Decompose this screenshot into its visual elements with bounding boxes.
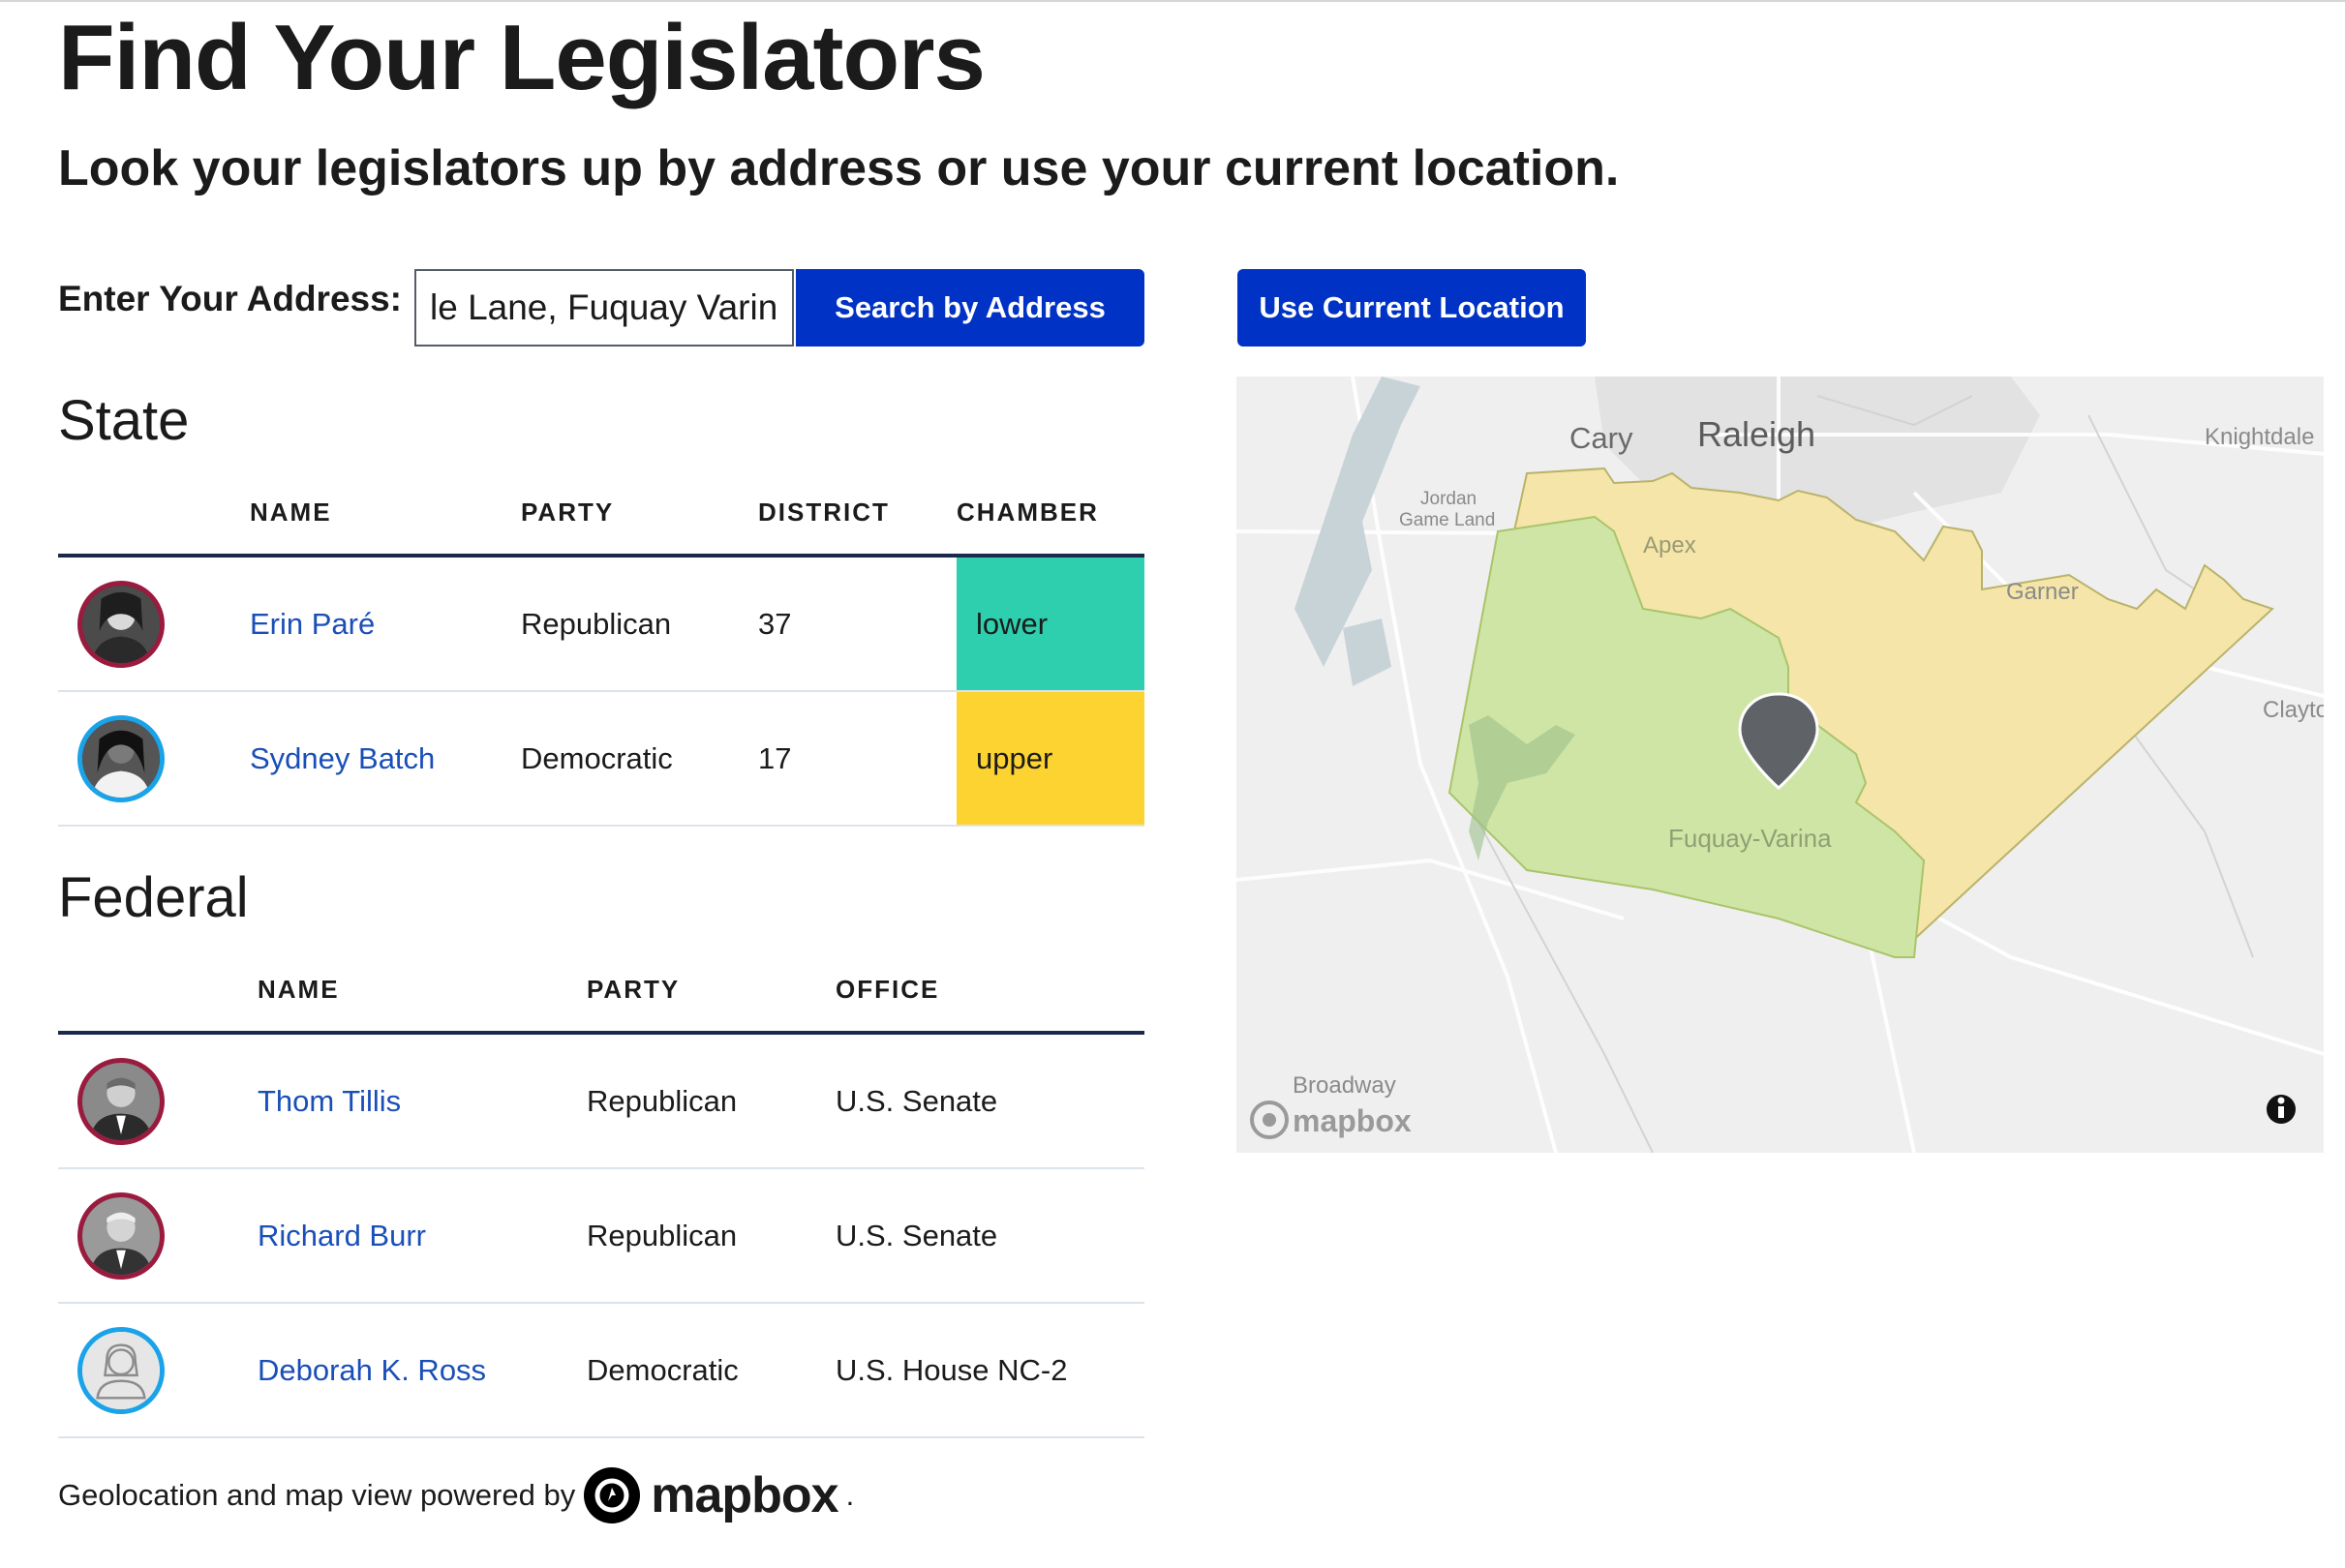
avatar (77, 580, 165, 668)
attribution-text: mapbox (1293, 1103, 1412, 1138)
district-header: DISTRICT (758, 470, 957, 558)
info-icon[interactable] (2267, 1095, 2296, 1124)
party-cell: Republican (587, 1168, 836, 1304)
chamber-cell-lower: lower (957, 556, 1144, 692)
office-cell: U.S. Senate (836, 1168, 1144, 1304)
party-cell: Republican (521, 556, 758, 692)
table-row: Erin Paré Republican 37 lower (58, 556, 1144, 692)
district-cell: 17 (758, 691, 957, 827)
knightdale-label: Knightdale (2205, 424, 2314, 450)
federal-section-title: Federal (58, 866, 249, 929)
party-header: PARTY (521, 470, 758, 558)
cary-label: Cary (1569, 421, 1633, 455)
legislator-name-link[interactable]: Erin Paré (250, 607, 375, 641)
page-subtitle: Look your legislators up by address or u… (58, 140, 1620, 196)
map-canvas[interactable]: Cary Raleigh Knightdale Jordan Game Land… (1236, 377, 2324, 1153)
state-table: NAME PARTY DISTRICT CHAMBER Erin Paré Re… (58, 470, 1144, 827)
footer: Geolocation and map view powered by mapb… (58, 1466, 854, 1524)
use-current-location-button[interactable]: Use Current Location (1237, 269, 1586, 347)
game-land-label: Game Land (1399, 510, 1495, 530)
mapbox-logo-icon (584, 1467, 641, 1523)
footer-text: Geolocation and map view powered by (58, 1478, 576, 1512)
mapbox-logo[interactable]: mapbox (583, 1466, 839, 1524)
apex-label: Apex (1643, 532, 1696, 558)
legislator-name-link[interactable]: Sydney Batch (250, 741, 435, 775)
federal-table: NAME PARTY OFFICE Thom Tillis Republican… (58, 948, 1144, 1438)
footer-period: . (845, 1478, 855, 1512)
legislator-name-link[interactable]: Thom Tillis (258, 1084, 401, 1118)
avatar (77, 714, 165, 802)
photo-header (58, 948, 258, 1035)
clayton-label: Clayto (2263, 697, 2324, 723)
party-cell: Democratic (587, 1303, 836, 1438)
district-cell: 37 (758, 556, 957, 692)
address-input[interactable] (414, 269, 794, 347)
legislator-name-link[interactable]: Richard Burr (258, 1219, 426, 1252)
person-photo-icon (82, 1062, 160, 1140)
mapbox-wordmark: mapbox (651, 1467, 838, 1523)
table-row: Richard Burr Republican U.S. Senate (58, 1168, 1144, 1304)
person-photo-icon (82, 1196, 160, 1275)
party-header: PARTY (587, 948, 836, 1035)
raleigh-label: Raleigh (1697, 414, 1815, 454)
person-placeholder-icon (82, 1331, 160, 1409)
party-cell: Republican (587, 1033, 836, 1169)
name-header: NAME (258, 948, 587, 1035)
chamber-header: CHAMBER (957, 470, 1144, 558)
page-title: Find Your Legislators (58, 6, 986, 109)
office-cell: U.S. House NC-2 (836, 1303, 1144, 1438)
legislator-name-link[interactable]: Deborah K. Ross (258, 1353, 486, 1387)
table-row: Deborah K. Ross Democratic U.S. House NC… (58, 1303, 1144, 1438)
chamber-cell-upper: upper (957, 691, 1144, 827)
federal-table-header: NAME PARTY OFFICE (58, 948, 1144, 1035)
state-section-title: State (58, 389, 190, 452)
address-label: Enter Your Address: (58, 279, 403, 318)
party-cell: Democratic (521, 691, 758, 827)
person-photo-icon (82, 585, 160, 663)
district-map[interactable]: Cary Raleigh Knightdale Jordan Game Land… (1236, 377, 2324, 1153)
state-table-header: NAME PARTY DISTRICT CHAMBER (58, 470, 1144, 558)
top-divider (0, 0, 2345, 2)
office-header: OFFICE (836, 948, 1144, 1035)
garner-label: Garner (2006, 579, 2079, 605)
avatar (77, 1191, 165, 1280)
jordan-label: Jordan (1420, 489, 1477, 509)
name-header: NAME (250, 470, 521, 558)
office-cell: U.S. Senate (836, 1033, 1144, 1169)
search-by-address-button[interactable]: Search by Address (796, 269, 1144, 347)
avatar (77, 1057, 165, 1145)
table-row: Thom Tillis Republican U.S. Senate (58, 1033, 1144, 1169)
table-row: Sydney Batch Democratic 17 upper (58, 691, 1144, 827)
fuquay-varina-label: Fuquay-Varina (1668, 824, 1832, 853)
photo-header (58, 470, 250, 558)
person-photo-icon (82, 719, 160, 798)
avatar (77, 1326, 165, 1414)
broadway-label: Broadway (1293, 1072, 1396, 1099)
